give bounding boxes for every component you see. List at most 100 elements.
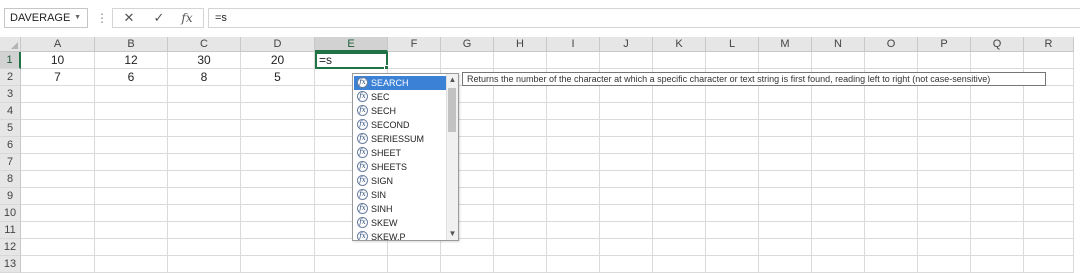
column-header-q[interactable]: Q xyxy=(971,37,1024,52)
cancel-icon[interactable]: ✕ xyxy=(119,9,139,27)
cell-h1[interactable] xyxy=(494,52,547,69)
scroll-down-icon[interactable]: ▼ xyxy=(447,228,458,240)
cell-q11[interactable] xyxy=(971,222,1024,239)
cell-p5[interactable] xyxy=(918,120,971,137)
cell-d4[interactable] xyxy=(241,103,315,120)
row-header-4[interactable]: 4 xyxy=(0,103,21,120)
cell-b7[interactable] xyxy=(95,154,168,171)
cell-k1[interactable] xyxy=(653,52,706,69)
column-header-d[interactable]: D xyxy=(241,37,315,52)
column-header-k[interactable]: K xyxy=(653,37,706,52)
cell-d8[interactable] xyxy=(241,171,315,188)
autocomplete-item[interactable]: fx SHEET xyxy=(354,146,446,160)
cell-o4[interactable] xyxy=(865,103,918,120)
function-autocomplete-list[interactable]: fx SEARCH fx SEC fx SECH fx SECOND fx SERIESSUM fx… xyxy=(352,73,459,241)
cell-q8[interactable] xyxy=(971,171,1024,188)
cell-b4[interactable] xyxy=(95,103,168,120)
cell-a8[interactable] xyxy=(21,171,95,188)
insert-function-icon[interactable]: fx xyxy=(177,9,197,27)
autocomplete-item[interactable]: fx SHEETS xyxy=(354,160,446,174)
cell-i4[interactable] xyxy=(547,103,600,120)
cell-n11[interactable] xyxy=(812,222,865,239)
cell-i12[interactable] xyxy=(547,239,600,256)
cell-k3[interactable] xyxy=(653,86,706,103)
cell-b1[interactable]: 12 xyxy=(95,52,168,69)
cell-r6[interactable] xyxy=(1024,137,1074,154)
cell-f12[interactable] xyxy=(388,239,441,256)
cell-i5[interactable] xyxy=(547,120,600,137)
cell-r4[interactable] xyxy=(1024,103,1074,120)
cell-q4[interactable] xyxy=(971,103,1024,120)
cell-m9[interactable] xyxy=(759,188,812,205)
column-header-o[interactable]: O xyxy=(865,37,918,52)
cell-d1[interactable]: 20 xyxy=(241,52,315,69)
cell-l12[interactable] xyxy=(706,239,759,256)
cell-i3[interactable] xyxy=(547,86,600,103)
cell-k8[interactable] xyxy=(653,171,706,188)
cell-p9[interactable] xyxy=(918,188,971,205)
autocomplete-item[interactable]: fx SIN xyxy=(354,188,446,202)
cell-r8[interactable] xyxy=(1024,171,1074,188)
cell-p12[interactable] xyxy=(918,239,971,256)
cell-n10[interactable] xyxy=(812,205,865,222)
cell-o10[interactable] xyxy=(865,205,918,222)
cell-o11[interactable] xyxy=(865,222,918,239)
cell-b2[interactable]: 6 xyxy=(95,69,168,86)
cell-b5[interactable] xyxy=(95,120,168,137)
cell-n1[interactable] xyxy=(812,52,865,69)
cell-i7[interactable] xyxy=(547,154,600,171)
cell-d12[interactable] xyxy=(241,239,315,256)
cell-r11[interactable] xyxy=(1024,222,1074,239)
cell-c5[interactable] xyxy=(168,120,241,137)
cell-q5[interactable] xyxy=(971,120,1024,137)
cell-k5[interactable] xyxy=(653,120,706,137)
cell-o9[interactable] xyxy=(865,188,918,205)
cell-a11[interactable] xyxy=(21,222,95,239)
cell-b3[interactable] xyxy=(95,86,168,103)
cell-n4[interactable] xyxy=(812,103,865,120)
cell-j5[interactable] xyxy=(600,120,653,137)
cell-h10[interactable] xyxy=(494,205,547,222)
autocomplete-item[interactable]: fx SKEW.P xyxy=(354,230,446,240)
cell-q7[interactable] xyxy=(971,154,1024,171)
autocomplete-item[interactable]: fx SECH xyxy=(354,104,446,118)
cell-a1[interactable]: 10 xyxy=(21,52,95,69)
column-header-b[interactable]: B xyxy=(95,37,168,52)
column-header-n[interactable]: N xyxy=(812,37,865,52)
column-header-m[interactable]: M xyxy=(759,37,812,52)
cell-r12[interactable] xyxy=(1024,239,1074,256)
cell-m11[interactable] xyxy=(759,222,812,239)
cell-q10[interactable] xyxy=(971,205,1024,222)
column-header-r[interactable]: R xyxy=(1024,37,1074,52)
cell-m4[interactable] xyxy=(759,103,812,120)
cell-l3[interactable] xyxy=(706,86,759,103)
cell-c2[interactable]: 8 xyxy=(168,69,241,86)
cell-k12[interactable] xyxy=(653,239,706,256)
cell-o8[interactable] xyxy=(865,171,918,188)
cell-i11[interactable] xyxy=(547,222,600,239)
cell-d10[interactable] xyxy=(241,205,315,222)
cell-m12[interactable] xyxy=(759,239,812,256)
cell-q9[interactable] xyxy=(971,188,1024,205)
cell-h4[interactable] xyxy=(494,103,547,120)
cell-n6[interactable] xyxy=(812,137,865,154)
autocomplete-item[interactable]: fx SINH xyxy=(354,202,446,216)
cell-p6[interactable] xyxy=(918,137,971,154)
cell-c11[interactable] xyxy=(168,222,241,239)
row-header-11[interactable]: 11 xyxy=(0,222,21,239)
cell-k7[interactable] xyxy=(653,154,706,171)
cell-m1[interactable] xyxy=(759,52,812,69)
cell-h9[interactable] xyxy=(494,188,547,205)
cell-l6[interactable] xyxy=(706,137,759,154)
cell-c1[interactable]: 30 xyxy=(168,52,241,69)
row-header-8[interactable]: 8 xyxy=(0,171,21,188)
cell-f1[interactable] xyxy=(388,52,441,69)
column-header-c[interactable]: C xyxy=(168,37,241,52)
cell-c8[interactable] xyxy=(168,171,241,188)
cell-i10[interactable] xyxy=(547,205,600,222)
cell-h7[interactable] xyxy=(494,154,547,171)
column-header-j[interactable]: J xyxy=(600,37,653,52)
autocomplete-item[interactable]: fx SEC xyxy=(354,90,446,104)
cell-n7[interactable] xyxy=(812,154,865,171)
cell-l4[interactable] xyxy=(706,103,759,120)
